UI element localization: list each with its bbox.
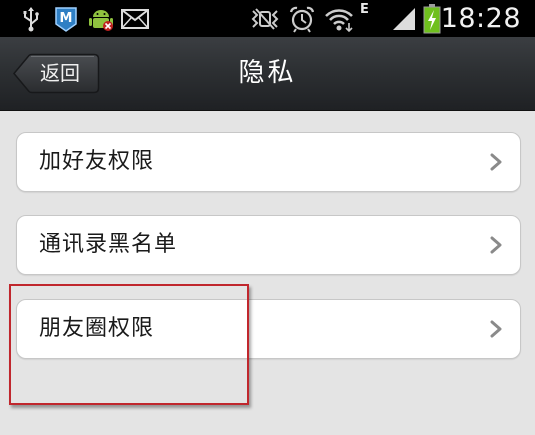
network-type-label: E	[360, 2, 369, 17]
usb-icon	[18, 0, 44, 37]
signal-icon	[390, 0, 418, 37]
list-item-add-friend-permission[interactable]: 加好友权限	[16, 132, 521, 192]
highlight-annotation-box	[9, 284, 249, 405]
clock-time: 18:28	[440, 3, 521, 34]
mail-icon	[120, 0, 150, 37]
status-bar: M E 18:28	[0, 0, 535, 37]
list-item-label: 通讯录黑名单	[39, 232, 178, 257]
list-item-contacts-blacklist[interactable]: 通讯录黑名单	[16, 215, 521, 275]
chevron-right-icon	[490, 153, 502, 171]
app-m-icon: M	[52, 0, 80, 37]
android-debug-icon	[86, 0, 116, 37]
chevron-right-icon	[490, 320, 502, 338]
title-bar: 返回 隐私	[0, 37, 535, 111]
page-title: 隐私	[238, 58, 297, 88]
battery-charging-icon	[421, 0, 443, 37]
chevron-right-icon	[490, 236, 502, 254]
alarm-icon	[287, 0, 317, 37]
wifi-icon	[322, 0, 356, 37]
list-item-label: 加好友权限	[39, 149, 155, 174]
vibrate-icon	[249, 0, 281, 37]
svg-text:M: M	[60, 11, 73, 26]
